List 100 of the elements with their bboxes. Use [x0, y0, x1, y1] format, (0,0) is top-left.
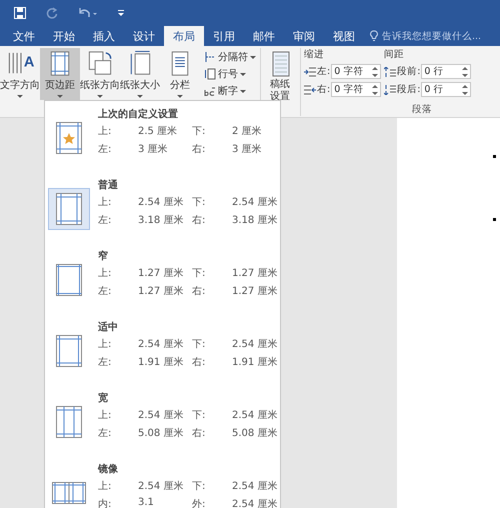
margin-value: 1.27 厘米 [138, 266, 184, 281]
margin-value: 右: [192, 214, 206, 228]
option-title: 适中 [98, 320, 119, 335]
caret-icon [97, 95, 103, 98]
page-margin-icon [56, 335, 82, 367]
indent-icon [304, 84, 316, 94]
option-title: 普通 [98, 178, 119, 193]
option-title: 上次的自定义设置 [98, 107, 179, 122]
margin-value: 下: [192, 125, 206, 139]
ribbon-tab[interactable]: 设计 [124, 26, 164, 46]
margin-value: 下: [192, 338, 206, 352]
margin-value: 右: [192, 285, 206, 299]
margin-value: 2.5 厘米 [138, 124, 178, 139]
line-numbers-icon [204, 68, 216, 80]
margin-value: 3.18 厘米 [232, 214, 278, 228]
page-margin-icon [56, 264, 82, 296]
margin-value: 左: [98, 214, 112, 228]
redo-icon[interactable] [46, 7, 58, 19]
margin-value: 右: [192, 143, 206, 157]
spinner-icon[interactable] [372, 84, 378, 96]
bullet-mark [493, 218, 496, 221]
margin-option[interactable]: 宽 上: 2.54 厘米 下: 2.54 厘米 左: 5.08 厘米 右: 5.08 厘米 [45, 391, 280, 462]
page-margin-icon [56, 193, 82, 225]
ribbon-button[interactable]: A 文字方向 [0, 48, 40, 100]
margin-value: 左: [98, 356, 112, 370]
margin-value: 2.54 厘米 [232, 498, 278, 508]
ribbon-tab[interactable]: 布局 [164, 26, 204, 46]
caret-icon [240, 72, 246, 76]
ribbon-button[interactable]: 页边距 [40, 48, 80, 100]
ribbon-tab[interactable]: 审阅 [284, 26, 324, 46]
margin-value: 5.08 厘米 [232, 426, 278, 441]
margin-value: 3.1 [138, 497, 155, 508]
spinner-icon[interactable] [372, 66, 378, 78]
customize-icon[interactable] [118, 10, 124, 16]
page-margin-icon [56, 406, 82, 438]
caret-icon [57, 95, 63, 98]
margin-value: 上: [98, 266, 112, 281]
margin-value: 1.27 厘米 [232, 284, 278, 299]
caret-icon [137, 95, 143, 98]
ribbon-tab[interactable]: 开始 [44, 26, 84, 46]
margin-value: 1.91 厘米 [138, 356, 184, 370]
margin-value: 下: [192, 267, 206, 281]
ribbon-small-button[interactable]: 分隔符 [204, 50, 256, 64]
margin-option[interactable]: 镜像 上: 2.54 厘米 下: 2.54 厘米 内: 3.1 外: 2.54 厘米 [45, 462, 280, 508]
section-title: 缩进 [304, 48, 325, 61]
field-label: 段前: [397, 65, 420, 78]
undo-icon[interactable] [78, 7, 98, 19]
ribbon-small-button[interactable]: 行号 [204, 67, 256, 81]
spinner-icon[interactable] [462, 66, 468, 78]
ribbon-tab[interactable]: 引用 [204, 26, 244, 46]
margin-value: 外: [192, 498, 206, 508]
indent-icon [384, 66, 396, 76]
option-title: 宽 [98, 391, 109, 406]
spinner-icon[interactable] [462, 84, 468, 96]
caret-icon [17, 95, 23, 98]
save-icon[interactable] [14, 7, 26, 19]
hyphenation-icon [204, 85, 216, 97]
margin-value: 上: [98, 196, 112, 210]
bullet-mark [493, 155, 496, 158]
ribbon-tab[interactable]: 文件 [4, 26, 44, 46]
ribbon-tab[interactable]: 视图 [324, 26, 364, 46]
margin-value: 3 厘米 [232, 142, 262, 157]
margin-value: 上: [98, 408, 112, 423]
margin-value: 2.54 厘米 [138, 480, 184, 494]
ribbon-small-button[interactable]: 断字 [204, 84, 256, 98]
page-margin-icon [56, 122, 82, 154]
option-title: 镜像 [98, 462, 119, 477]
margin-value: 2.54 厘米 [232, 196, 278, 210]
ribbon-button[interactable]: 分栏 [160, 48, 200, 100]
ribbon-tab[interactable]: 邮件 [244, 26, 284, 46]
margin-option[interactable]: 适中 上: 2.54 厘米 下: 2.54 厘米 左: 1.91 厘米 右: 1.91 厘米 [45, 320, 280, 391]
margin-value: 下: [192, 196, 206, 210]
margin-value: 3.18 厘米 [138, 214, 184, 228]
margin-value: 1.91 厘米 [232, 356, 278, 370]
spin-field[interactable]: 0 行 [421, 82, 472, 97]
margin-value: 下: [192, 480, 206, 494]
margin-value: 下: [192, 409, 206, 423]
spin-field[interactable]: 0 行 [421, 64, 472, 79]
ribbon-button[interactable]: 纸张大小 [120, 48, 160, 100]
margin-option[interactable]: 窄 上: 1.27 厘米 下: 1.27 厘米 左: 1.27 厘米 右: 1.27 厘米 [45, 249, 280, 320]
breaks-icon [204, 51, 216, 63]
margin-value: 右: [192, 427, 206, 441]
tell-me-field[interactable]: 告诉我您想要做什么... [370, 26, 482, 46]
caret-icon [250, 56, 256, 58]
ribbon-button[interactable]: 纸张方向 [80, 48, 120, 100]
page-orientation-icon [86, 50, 114, 78]
option-title: 窄 [98, 250, 109, 264]
section-title: 间距 [384, 48, 406, 61]
ribbon-tab[interactable]: 插入 [84, 26, 124, 46]
margin-value: 2.54 厘米 [232, 338, 278, 352]
indent-icon [384, 84, 396, 94]
spin-field[interactable]: 0 字符 [331, 82, 382, 97]
indent-icon [304, 66, 316, 76]
margin-value: 左: [98, 143, 112, 157]
spin-field[interactable]: 0 字符 [331, 64, 382, 79]
mirrored-pages-icon [52, 482, 86, 504]
margin-option[interactable]: 普通 上: 2.54 厘米 下: 2.54 厘米 左: 3.18 厘米 右: 3.18 厘米 [45, 178, 280, 249]
margin-value: 2.54 厘米 [138, 196, 184, 210]
margin-value: 上: [98, 338, 112, 352]
margin-value: 2.54 厘米 [138, 408, 184, 423]
